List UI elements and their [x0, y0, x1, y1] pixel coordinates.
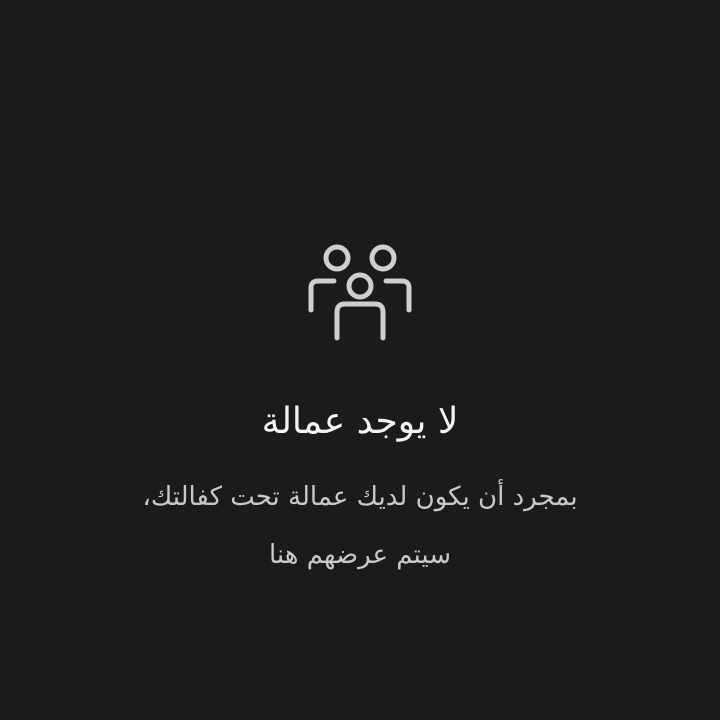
- empty-state-title: لا يوجد عمالة: [261, 401, 459, 442]
- empty-state-message-line-1: بمجرد أن يكون لديك عمالة تحت كفالتك،: [142, 482, 578, 512]
- empty-state-message: بمجرد أن يكون لديك عمالة تحت كفالتك، سيت…: [60, 468, 660, 584]
- empty-workers-screen: لا يوجد عمالة بمجرد أن يكون لديك عمالة ت…: [0, 0, 720, 720]
- people-group-icon: [305, 236, 415, 346]
- empty-state: لا يوجد عمالة بمجرد أن يكون لديك عمالة ت…: [0, 236, 720, 584]
- empty-state-message-line-2: سيتم عرضهم هنا: [268, 540, 451, 570]
